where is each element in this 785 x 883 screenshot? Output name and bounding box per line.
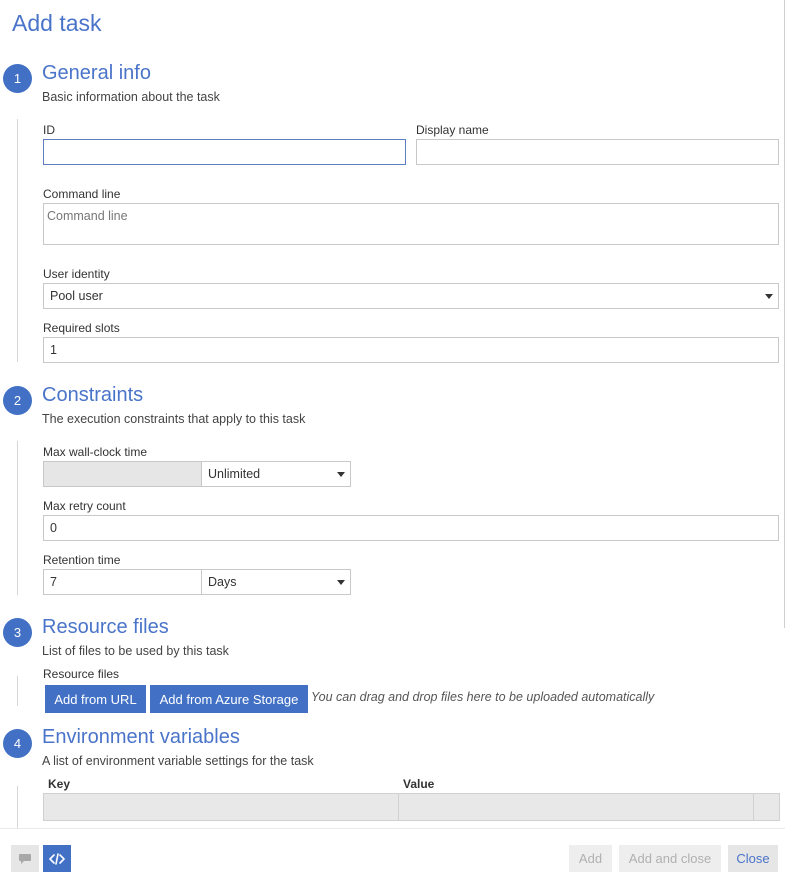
id-input[interactable] bbox=[43, 139, 406, 165]
drop-zone-hint: You can drag and drop files here to be u… bbox=[311, 690, 655, 704]
section-desc-resource-files: List of files to be used by this task bbox=[42, 644, 229, 658]
max-retry-label: Max retry count bbox=[43, 499, 126, 513]
display-name-label: Display name bbox=[416, 123, 489, 137]
section-desc-general-info: Basic information about the task bbox=[42, 90, 220, 104]
user-identity-value: Pool user bbox=[50, 289, 103, 303]
user-identity-select[interactable]: Pool user bbox=[43, 283, 779, 309]
section-rail-4 bbox=[17, 786, 18, 828]
required-slots-label: Required slots bbox=[43, 321, 120, 335]
retention-label: Retention time bbox=[43, 553, 121, 567]
retention-unit-select[interactable]: Days bbox=[201, 569, 351, 595]
cell-divider bbox=[753, 794, 754, 820]
section-desc-environment-variables: A list of environment variable settings … bbox=[42, 754, 314, 768]
chevron-down-icon bbox=[337, 471, 345, 477]
section-title-constraints: Constraints bbox=[42, 384, 144, 406]
command-line-label: Command line bbox=[43, 187, 121, 201]
section-title-resource-files: Resource files bbox=[42, 616, 169, 638]
max-wall-clock-label: Max wall-clock time bbox=[43, 445, 148, 459]
chevron-down-icon bbox=[765, 293, 773, 299]
retention-input[interactable] bbox=[43, 569, 202, 595]
user-identity-label: User identity bbox=[43, 267, 110, 281]
step-badge-3: 3 bbox=[3, 618, 32, 647]
env-value-header: Value bbox=[403, 777, 435, 791]
table-row bbox=[43, 793, 780, 821]
step-badge-2: 2 bbox=[3, 386, 32, 415]
id-label: ID bbox=[43, 123, 55, 137]
section-desc-constraints: The execution constraints that apply to … bbox=[42, 412, 306, 426]
add-from-url-button[interactable]: Add from URL bbox=[45, 685, 146, 713]
max-wall-clock-unit-value: Unlimited bbox=[208, 467, 261, 481]
chevron-down-icon bbox=[337, 579, 345, 585]
retention-unit-value: Days bbox=[208, 575, 237, 589]
add-button[interactable]: Add bbox=[569, 845, 612, 872]
footer-bar: Add Add and close Close bbox=[0, 828, 785, 883]
env-key-cell[interactable] bbox=[44, 794, 398, 820]
command-line-input[interactable] bbox=[43, 203, 779, 245]
section-title-environment-variables: Environment variables bbox=[42, 726, 240, 748]
resource-files-label: Resource files bbox=[43, 667, 120, 681]
add-from-azure-storage-button[interactable]: Add from Azure Storage bbox=[150, 685, 308, 713]
section-rail-3 bbox=[17, 676, 18, 706]
display-name-input[interactable] bbox=[416, 139, 779, 165]
chat-bubble-icon bbox=[19, 853, 31, 864]
close-button[interactable]: Close bbox=[728, 845, 778, 872]
step-badge-4: 4 bbox=[3, 729, 32, 758]
form-scroll-area[interactable]: Add task 1 General info Basic informatio… bbox=[0, 0, 785, 828]
feedback-button[interactable] bbox=[11, 845, 39, 872]
max-wall-clock-input bbox=[43, 461, 202, 487]
max-wall-clock-unit-select[interactable]: Unlimited bbox=[201, 461, 351, 487]
page-title: Add task bbox=[12, 10, 102, 36]
section-title-general-info: General info bbox=[42, 62, 151, 84]
step-badge-1: 1 bbox=[3, 64, 32, 93]
code-view-button[interactable] bbox=[43, 845, 71, 872]
max-retry-input[interactable] bbox=[43, 515, 779, 541]
code-icon bbox=[49, 852, 65, 865]
section-rail-2 bbox=[17, 441, 18, 595]
add-and-close-button[interactable]: Add and close bbox=[619, 845, 721, 872]
env-key-header: Key bbox=[48, 777, 71, 791]
required-slots-input[interactable] bbox=[43, 337, 779, 363]
env-value-cell[interactable] bbox=[399, 794, 753, 820]
section-rail-1 bbox=[17, 119, 18, 362]
